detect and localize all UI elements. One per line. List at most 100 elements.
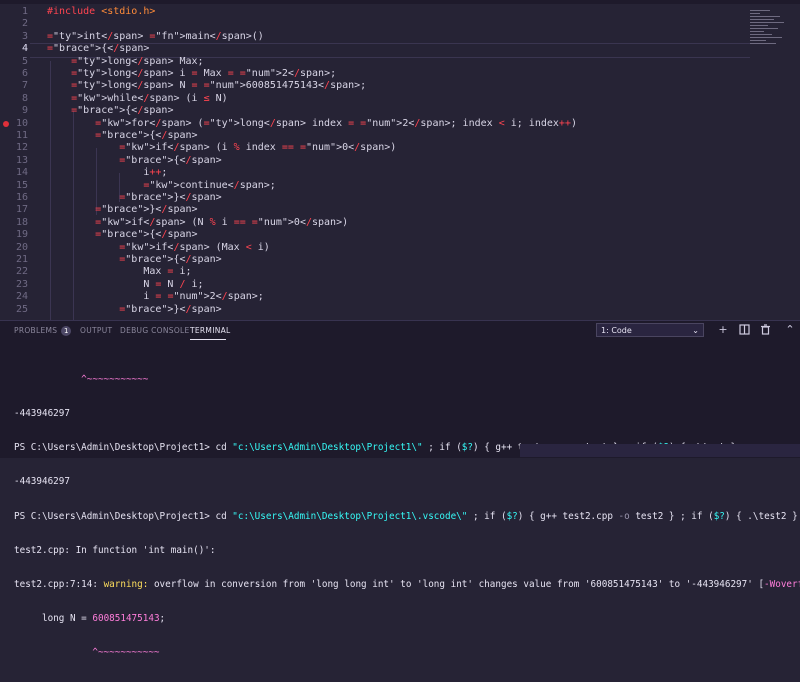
chevron-up-icon[interactable]: ⌃ [784, 324, 796, 336]
line-number: 7 [21, 80, 28, 92]
tab-debug-console[interactable]: DEBUG CONSOLE [120, 326, 190, 335]
code-text: ="brace">}</span> [119, 303, 222, 315]
tab-problems[interactable]: PROBLEMS 1 [14, 326, 72, 336]
line-number: 21 [15, 254, 28, 265]
terminal-line: long N = 600851475143; [14, 613, 166, 625]
line-number: 17 [15, 204, 28, 216]
line-number: 3 [21, 30, 28, 42]
code-text: i = ="num">2</span>; [47, 291, 264, 303]
code-line[interactable]: 20 ="kw">if</span> (Max < i) [0, 242, 760, 254]
code-line[interactable]: 16 ="brace">}</span> [0, 192, 760, 204]
active-tab-indicator [190, 339, 226, 340]
code-line[interactable]: 5 ="ty">long</span> Max; [0, 56, 760, 68]
line-number: 6 [21, 68, 28, 79]
line-number: 12 [15, 142, 28, 154]
code-text: ="brace">{</span> [95, 130, 198, 141]
tab-debug-console-label: DEBUG CONSOLE [120, 326, 190, 335]
terminal-select[interactable]: 1: Code ⌄ [596, 323, 704, 337]
tab-terminal[interactable]: TERMINAL [190, 326, 231, 335]
plus-icon[interactable]: + [717, 324, 729, 336]
code-text: ="brace">{</span> [119, 154, 222, 166]
code-line[interactable]: 10 ="kw">for</span> (="ty">long</span> i… [0, 118, 760, 130]
terminal-line: -443946297 [14, 476, 70, 488]
line-number: 16 [15, 192, 28, 203]
line-number: 14 [15, 167, 28, 179]
split-icon[interactable] [738, 324, 750, 336]
code-line[interactable]: 3 ="ty">int</span> ="fn">main</span>() [0, 31, 760, 43]
code-line[interactable]: 18 ="kw">if</span> (N % i == ="num">0</s… [0, 217, 760, 229]
line-number: 19 [15, 229, 28, 241]
terminal-line: PS C:\Users\Admin\Desktop\Project1> cd "… [14, 510, 798, 522]
code-line[interactable]: 8 ="kw">while</span> (i ≤ N) [0, 93, 760, 105]
terminal-line: test2.cpp:7:14: warning: overflow in con… [14, 579, 800, 591]
line-number: 13 [15, 154, 28, 166]
code-line[interactable]: 1 #include <stdio.h> [0, 6, 760, 18]
tab-output[interactable]: OUTPUT [80, 326, 112, 335]
line-number: 11 [15, 130, 28, 141]
line-number: 24 [15, 291, 28, 303]
line-number: 1 [21, 6, 28, 17]
line-number: 18 [15, 216, 28, 228]
terminal-line: ^~~~~~~~~~~~ [14, 373, 149, 385]
panel-tab-bar: PROBLEMS 1 OUTPUT DEBUG CONSOLE TERMINAL … [0, 321, 800, 341]
line-number: 15 [15, 179, 28, 191]
code-text: ="kw">if</span> (N % i == ="num">0</span… [95, 216, 349, 228]
line-number: 9 [21, 105, 28, 117]
chevron-down-icon: ⌄ [692, 326, 699, 335]
code-line[interactable]: 11 ="brace">{</span> [0, 130, 760, 142]
terminal-line: -443946297 [14, 408, 70, 420]
code-line[interactable]: 7 ="ty">long</span> N = ="num">600851475… [0, 80, 760, 92]
code-line[interactable]: 25 ="brace">}</span> [0, 304, 760, 316]
line-number: 5 [21, 55, 28, 67]
code-line[interactable]: 23 N = N / i; [0, 279, 760, 291]
line-number: 4 [21, 43, 28, 55]
code-text: ="kw">if</span> (Max < i) [119, 241, 270, 253]
code-text: ="kw">if</span> (i % index == ="num">0</… [119, 142, 397, 154]
terminal-select-value: 1: Code [601, 326, 632, 335]
trash-icon[interactable] [759, 324, 771, 336]
code-text: ="ty">long</span> i = Max = ="num">2</sp… [71, 68, 337, 79]
code-line[interactable]: 12 ="kw">if</span> (i % index == ="num">… [0, 142, 760, 154]
code-text: ="kw">continue</span>; [143, 179, 276, 191]
code-line[interactable]: 17 ="brace">}</span> [0, 204, 760, 216]
code-text: ="brace">{</span> [47, 43, 150, 55]
bottom-panel: PROBLEMS 1 OUTPUT DEBUG CONSOLE TERMINAL … [0, 320, 800, 659]
code-line[interactable]: 2 [0, 18, 760, 30]
code-line[interactable]: 22 Max = i; [0, 266, 760, 278]
code-line[interactable]: 14 i++; [0, 167, 760, 179]
code-text: ="brace">{</span> [71, 105, 174, 117]
line-number: 2 [21, 18, 28, 30]
line-number: 25 [15, 303, 28, 315]
code-text: ="brace">}</span> [119, 192, 222, 203]
terminal-output[interactable]: ^~~~~~~~~~~~ -443946297 PS C:\Users\Admi… [14, 351, 800, 659]
code-line[interactable]: 19 ="brace">{</span> [0, 229, 760, 241]
code-line[interactable]: 21 ="brace">{</span> [0, 254, 760, 266]
code-line[interactable]: 13 ="brace">{</span> [0, 155, 760, 167]
code-line[interactable]: 4 ="brace">{</span> [0, 43, 760, 58]
code-text: i++; [47, 167, 168, 179]
code-text: ="brace">{</span> [119, 254, 222, 265]
code-line[interactable]: 9 ="brace">{</span> [0, 105, 760, 117]
line-number: 22 [15, 266, 28, 278]
code-text: ="ty">long</span> N = ="num">60085147514… [71, 80, 367, 92]
code-text: ="ty">long</span> Max; [71, 55, 204, 67]
code-text: ="kw">for</span> (="ty">long</span> inde… [95, 117, 577, 129]
code-text: ="brace">{</span> [95, 229, 198, 241]
code-editor[interactable]: 1 #include <stdio.h> 2 3 ="ty">int</span> ="… [0, 4, 800, 320]
terminal-line: test2.cpp: In function 'int main()': [14, 544, 216, 556]
minimap[interactable] [750, 10, 794, 50]
code-text: ="ty">int</span> ="fn">main</span>() [47, 30, 264, 42]
notification-toast [520, 444, 800, 457]
tab-terminal-label: TERMINAL [190, 326, 231, 335]
tab-output-label: OUTPUT [80, 326, 113, 335]
code-text: ="kw">while</span> (i ≤ N) [71, 92, 228, 104]
tab-problems-label: PROBLEMS [14, 326, 58, 335]
code-text: Max = i; [47, 266, 192, 278]
code-line[interactable]: 24 i = ="num">2</span>; [0, 291, 760, 303]
code-line[interactable]: 6 ="ty">long</span> i = Max = ="num">2</… [0, 68, 760, 80]
line-number: 20 [15, 241, 28, 253]
line-number: 23 [15, 278, 28, 290]
code-text: #include <stdio.h> [47, 6, 156, 17]
code-line[interactable]: 15 ="kw">continue</span>; [0, 180, 760, 192]
problems-count-badge: 1 [61, 326, 72, 336]
